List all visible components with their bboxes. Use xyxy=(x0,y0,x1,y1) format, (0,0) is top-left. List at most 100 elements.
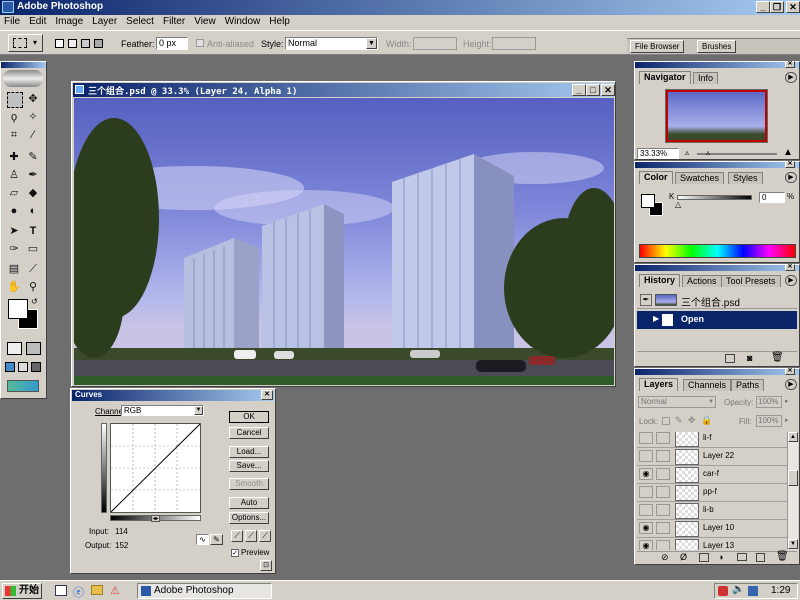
new-selection-icon[interactable] xyxy=(55,39,64,48)
navigator-thumbnail[interactable] xyxy=(665,89,768,143)
k-slider-thumb[interactable]: △ xyxy=(675,200,681,209)
navigator-view-box[interactable] xyxy=(666,90,767,142)
palette-close-icon[interactable]: ✕ xyxy=(785,264,795,271)
adjustment-layer-icon[interactable]: ◑ xyxy=(718,552,723,562)
feather-input[interactable]: 0 px xyxy=(156,37,188,50)
palette-close-icon[interactable]: ✕ xyxy=(785,368,795,375)
layer-link-cell[interactable] xyxy=(656,522,670,534)
screen-mode-icon[interactable] xyxy=(5,362,15,372)
new-layer-icon[interactable] xyxy=(756,553,765,562)
doc-maximize-button[interactable]: □ xyxy=(586,84,600,96)
eye-icon[interactable]: ◉ xyxy=(639,468,653,480)
swap-colors-icon[interactable]: ↺ xyxy=(31,297,38,306)
k-value-input[interactable]: 0 xyxy=(759,192,785,203)
curve-mode-icon[interactable]: ∿ xyxy=(196,534,209,545)
hand-tool-icon[interactable]: ✋ xyxy=(7,280,21,294)
layer-set-icon[interactable] xyxy=(737,553,747,561)
visibility-toggle[interactable] xyxy=(639,486,653,498)
quicklaunch-desktop-icon[interactable] xyxy=(55,585,67,596)
layer-link-cell[interactable] xyxy=(656,486,670,498)
history-brush-source-icon[interactable]: ✒ xyxy=(640,294,652,306)
visibility-toggle[interactable] xyxy=(639,450,653,462)
layer-link-cell[interactable] xyxy=(656,432,670,444)
zoom-input[interactable]: 33.33% xyxy=(637,148,679,159)
slice-tool-icon[interactable]: ∕ xyxy=(26,128,40,142)
palette-menu-icon[interactable]: ▶ xyxy=(785,72,797,83)
menu-file[interactable]: File xyxy=(4,16,20,27)
move-tool-icon[interactable]: ✥ xyxy=(26,92,40,106)
white-eyedropper-icon[interactable]: ⟋ xyxy=(259,530,271,542)
input-method-icon[interactable] xyxy=(748,586,758,596)
layer-style-icon[interactable]: Ø xyxy=(680,552,687,562)
brushes-tab[interactable]: Brushes xyxy=(697,40,737,53)
full-screen-menu-icon[interactable] xyxy=(18,362,28,372)
menu-image[interactable]: Image xyxy=(55,16,83,27)
magic-wand-tool-icon[interactable]: ✧ xyxy=(26,110,40,124)
style-select[interactable]: Normal ▼ xyxy=(285,37,378,50)
imageready-icon[interactable] xyxy=(7,380,39,392)
eye-icon[interactable]: ◉ xyxy=(639,522,653,534)
notes-tool-icon[interactable]: ▤ xyxy=(7,262,21,276)
resize-icon[interactable]: ⊡ xyxy=(260,560,272,571)
taskbar-photoshop-button[interactable]: Adobe Photoshop xyxy=(137,583,272,599)
anti-aliased-checkbox[interactable] xyxy=(196,39,204,47)
eyedropper-tool-icon[interactable]: ⟋ xyxy=(26,262,40,276)
load-button[interactable]: Load... xyxy=(229,446,269,458)
tab-info[interactable]: Info xyxy=(693,72,719,84)
tab-layers[interactable]: Layers xyxy=(639,378,679,391)
menu-view[interactable]: View xyxy=(194,16,216,27)
volume-icon[interactable]: 🔈 xyxy=(732,584,744,595)
history-brush-tool-icon[interactable]: ✒ xyxy=(26,168,40,182)
color-titlebar[interactable]: ✕ xyxy=(635,161,799,168)
eye-icon[interactable]: ◉ xyxy=(639,540,653,550)
shape-tool-icon[interactable]: ▭ xyxy=(26,242,40,256)
subtract-selection-icon[interactable] xyxy=(81,39,90,48)
lock-image-icon[interactable]: ✎ xyxy=(675,415,683,426)
lock-transparent-icon[interactable] xyxy=(662,417,670,425)
intersect-selection-icon[interactable] xyxy=(94,39,103,48)
clone-stamp-tool-icon[interactable]: ♙ xyxy=(7,168,21,182)
lock-position-icon[interactable]: ✥ xyxy=(688,415,696,426)
save-button[interactable]: Save... xyxy=(229,460,269,472)
curves-close-button[interactable]: ✕ xyxy=(261,390,273,400)
channel-select[interactable]: RGB ▼ xyxy=(121,405,204,416)
palette-close-icon[interactable]: ✕ xyxy=(785,161,795,168)
quicklaunch-ie-icon[interactable]: ⓔ xyxy=(73,584,84,600)
doc-close-button[interactable]: ✕ xyxy=(601,84,615,96)
layer-row[interactable]: li-b xyxy=(637,501,787,520)
palette-menu-icon[interactable]: ▶ xyxy=(785,275,797,286)
zoom-tool-icon[interactable]: ⚲ xyxy=(26,280,40,294)
preview-checkbox[interactable]: ✓ xyxy=(231,549,239,557)
palette-menu-icon[interactable]: ▶ xyxy=(785,379,797,390)
path-selection-tool-icon[interactable]: ➤ xyxy=(7,224,21,238)
menu-window[interactable]: Window xyxy=(225,16,261,27)
quicklaunch-folder-icon[interactable] xyxy=(91,585,103,595)
zoom-out-icon[interactable]: ▵ xyxy=(685,148,689,157)
curves-title-bar[interactable]: Curves ✕ xyxy=(72,390,274,401)
lock-all-icon[interactable]: 🔒 xyxy=(701,415,712,426)
history-state-row[interactable]: ▶ Open xyxy=(637,311,797,329)
quick-mask-icon[interactable] xyxy=(26,342,41,355)
paint-bucket-tool-icon[interactable]: ◆ xyxy=(26,186,40,200)
auto-button[interactable]: Auto xyxy=(229,497,269,509)
toolbox-titlebar[interactable] xyxy=(1,62,46,68)
tab-swatches[interactable]: Swatches xyxy=(675,172,725,184)
menu-filter[interactable]: Filter xyxy=(163,16,185,27)
layers-scrollbar[interactable]: ▲ ▼ xyxy=(787,432,798,550)
visibility-toggle[interactable] xyxy=(639,432,653,444)
fill-arrow-icon[interactable]: ▸ xyxy=(785,416,789,424)
new-document-from-state-icon[interactable] xyxy=(725,354,735,363)
blur-tool-icon[interactable]: ● xyxy=(7,204,21,218)
history-snapshot-row[interactable]: ✒ 三个组合.psd xyxy=(637,291,797,309)
trash-icon[interactable]: 🗑 xyxy=(771,352,784,363)
canvas-image[interactable] xyxy=(74,98,614,385)
foreground-color-swatch[interactable] xyxy=(8,299,28,319)
pencil-mode-icon[interactable]: ✎ xyxy=(210,534,223,545)
options-button[interactable]: Options... xyxy=(229,512,269,524)
layer-mask-icon[interactable] xyxy=(699,553,709,562)
doc-minimize-button[interactable]: _ xyxy=(572,84,586,96)
scroll-thumb[interactable] xyxy=(788,470,798,486)
blend-mode-select[interactable]: Normal ▼ xyxy=(638,396,716,408)
full-screen-icon[interactable] xyxy=(31,362,41,372)
history-marker-icon[interactable]: ▶ xyxy=(653,314,659,323)
